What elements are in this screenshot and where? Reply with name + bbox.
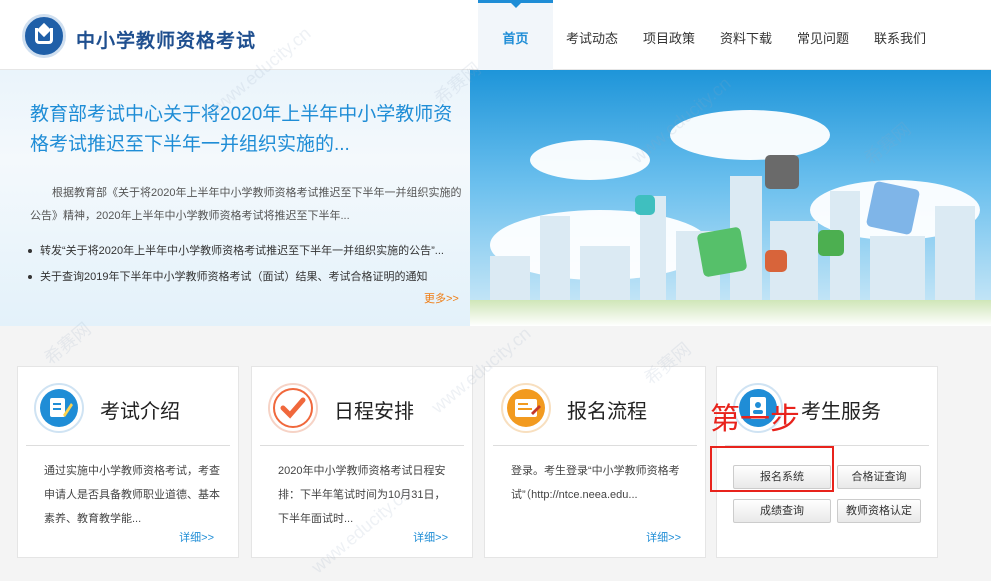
nav-downloads[interactable]: 资料下载 bbox=[707, 0, 785, 70]
annotation-highlight-box bbox=[710, 446, 834, 492]
nav-home[interactable]: 首页 bbox=[478, 0, 553, 70]
qualification-certification-button[interactable]: 教师资格认定 bbox=[837, 499, 921, 523]
detail-link[interactable]: 详细>> bbox=[179, 529, 214, 545]
card-title[interactable]: 报名流程 bbox=[567, 395, 647, 424]
certificate-query-button[interactable]: 合格证查询 bbox=[837, 465, 921, 489]
news-item[interactable]: 关于查询2019年下半年中小学教师资格考试（面试）结果、考试合格证明的通知 bbox=[28, 264, 508, 290]
banner-sky-image bbox=[470, 70, 991, 326]
nav-contact[interactable]: 联系我们 bbox=[861, 0, 939, 70]
card-text: 2020年中小学教师资格考试日程安排：下半年笔试时间为10月31日，下半年面试时… bbox=[278, 465, 446, 523]
detail-link[interactable]: 详细>> bbox=[646, 529, 681, 545]
card-text: 登录。考生登录“中小学教师资格考试”（http://ntce.neea.edu.… bbox=[511, 465, 680, 501]
checkmark-icon bbox=[268, 383, 318, 433]
annotation-step-label: 第一步 bbox=[710, 402, 800, 437]
news-item[interactable]: 转发“关于将2020年上半年中小学教师资格考试推迟至下半年一并组织实施的公告”.… bbox=[28, 238, 508, 264]
banner: 教育部考试中心关于将2020年上半年中小学教师资格考试推迟至下半年一并组织实施的… bbox=[0, 70, 991, 326]
banner-summary: 根据教育部《关于将2020年上半年中小学教师资格考试推迟至下半年一并组织实施的公… bbox=[30, 187, 462, 222]
document-edit-icon bbox=[34, 383, 84, 433]
main-nav: 首页 考试动态 项目政策 资料下载 常见问题 联系我们 bbox=[478, 0, 939, 70]
nav-policy[interactable]: 项目政策 bbox=[631, 0, 707, 70]
nav-exam-news[interactable]: 考试动态 bbox=[553, 0, 631, 70]
card-text: 通过实施中小学教师资格考试，考查申请人是否具备教师职业道德、基本素养、教育教学能… bbox=[44, 465, 220, 523]
card-title[interactable]: 考生服务 bbox=[801, 395, 881, 424]
site-header: 中小学教师资格考试 首页 考试动态 项目政策 资料下载 常见问题 联系我们 bbox=[0, 0, 991, 70]
detail-link[interactable]: 详细>> bbox=[413, 529, 448, 545]
card-registration: 报名流程 登录。考生登录“中小学教师资格考试”（http://ntce.neea… bbox=[484, 366, 706, 558]
more-link[interactable]: 更多>> bbox=[424, 290, 459, 306]
card-schedule: 日程安排 2020年中小学教师资格考试日程安排：下半年笔试时间为10月31日，下… bbox=[251, 366, 473, 558]
logo[interactable] bbox=[22, 14, 66, 58]
card-title[interactable]: 日程安排 bbox=[334, 395, 414, 424]
card-exam-intro: 考试介绍 通过实施中小学教师资格考试，考查申请人是否具备教师职业道德、基本素养、… bbox=[17, 366, 239, 558]
card-title[interactable]: 考试介绍 bbox=[100, 395, 180, 424]
nav-faq[interactable]: 常见问题 bbox=[785, 0, 861, 70]
site-title[interactable]: 中小学教师资格考试 bbox=[76, 26, 256, 53]
registration-form-icon bbox=[501, 383, 551, 433]
banner-headline[interactable]: 教育部考试中心关于将2020年上半年中小学教师资格考试推迟至下半年一并组织实施的… bbox=[30, 100, 460, 160]
score-query-button[interactable]: 成绩查询 bbox=[733, 499, 831, 523]
news-list: 转发“关于将2020年上半年中小学教师资格考试推迟至下半年一并组织实施的公告”.… bbox=[28, 238, 508, 290]
